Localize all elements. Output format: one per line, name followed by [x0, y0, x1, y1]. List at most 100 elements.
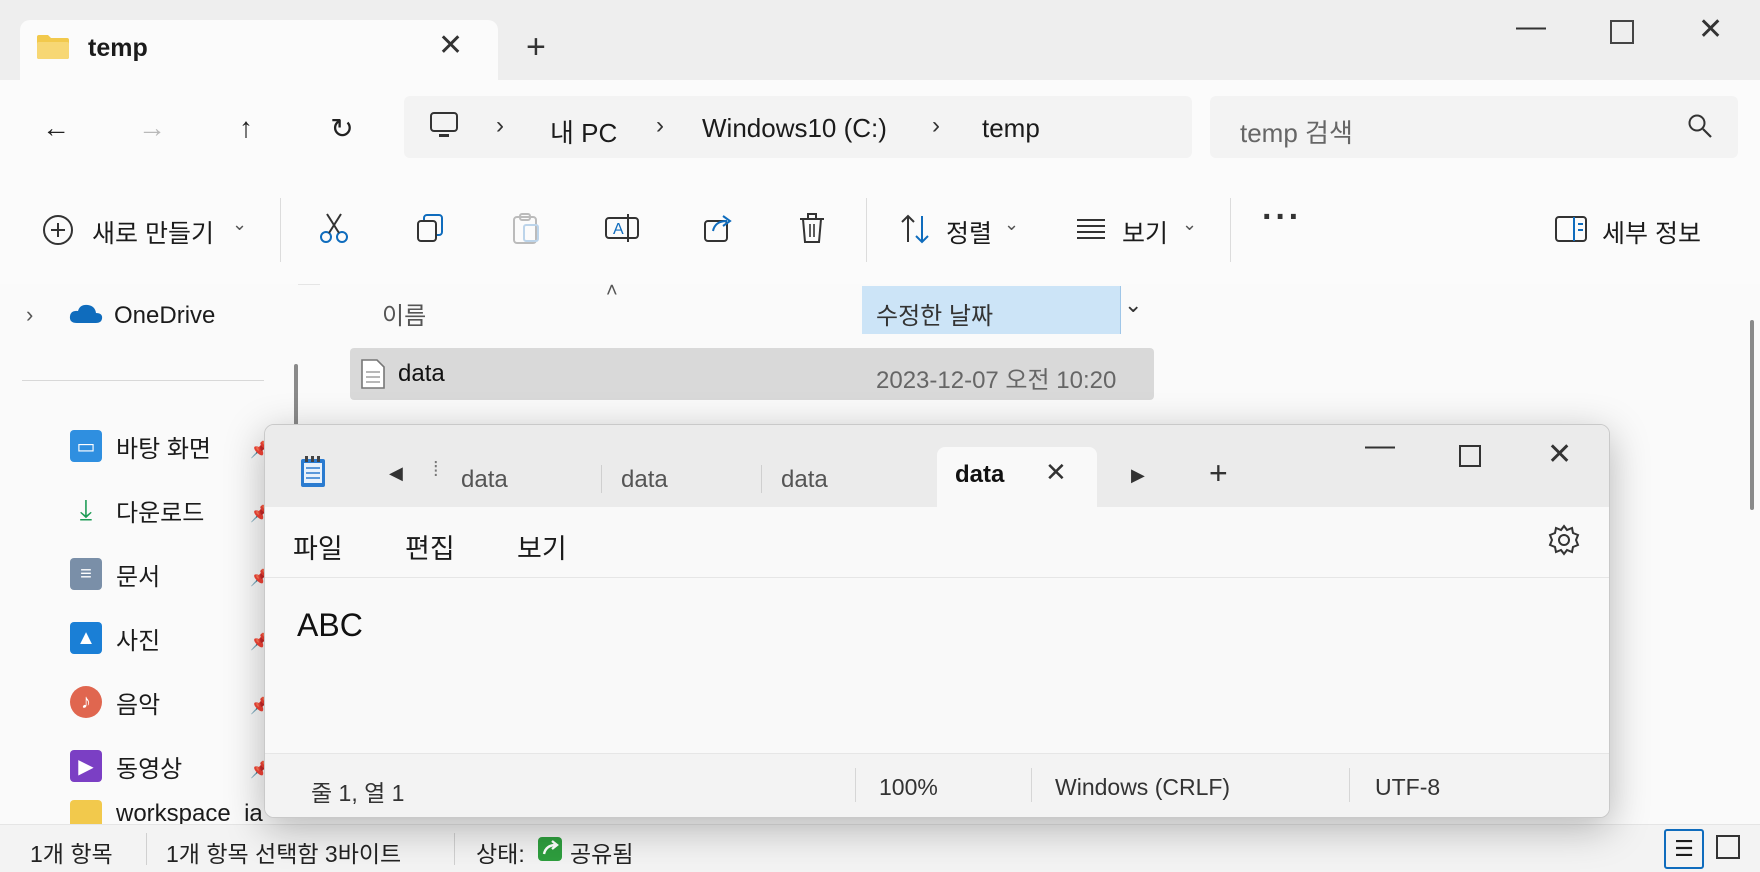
explorer-tab-bar: temp ✕ + — ✕ [0, 0, 1760, 80]
line-ending[interactable]: Windows (CRLF) [1055, 774, 1230, 801]
paste-icon[interactable] [504, 206, 548, 250]
nav-item-label: workspace_ia [116, 800, 263, 824]
divider [454, 833, 455, 865]
folder-icon [36, 34, 70, 65]
search-box[interactable]: temp 검색 [1210, 96, 1738, 158]
file-list-scrollbar[interactable] [1750, 320, 1754, 510]
notepad-tab[interactable]: data [781, 453, 828, 507]
tab-drag-handle-icon: ⁞ [433, 459, 439, 481]
forward-arrow-icon[interactable]: → [128, 104, 176, 152]
nav-item-onedrive[interactable]: OneDrive [68, 296, 215, 336]
maximize-icon[interactable] [1459, 445, 1481, 467]
shared-status-icon [536, 835, 564, 869]
settings-gear-icon[interactable] [1547, 523, 1581, 562]
breadcrumb-item-my-pc[interactable]: 내 PC [550, 113, 617, 150]
close-window-icon[interactable]: ✕ [1698, 12, 1723, 47]
share-icon[interactable] [696, 206, 740, 250]
notepad-tab[interactable]: data [461, 453, 508, 507]
nav-item-pictures[interactable]: ▲ 사진 [70, 618, 160, 658]
nav-item-label: 음악 [116, 691, 161, 719]
column-header-modified[interactable]: 수정한 날짜 ⌄ [862, 286, 1142, 334]
text-file-icon [360, 358, 386, 395]
divider [22, 380, 264, 381]
minimize-icon[interactable]: — [1516, 10, 1546, 44]
new-button[interactable]: 새로 만들기 ⌄ [22, 196, 262, 262]
status-value: 공유됨 [570, 841, 634, 867]
divider [855, 768, 856, 802]
notepad-tab-active[interactable]: data ✕ [937, 447, 1097, 507]
scroll-tabs-right-icon[interactable]: ▶ [1131, 465, 1145, 486]
close-tab-icon[interactable]: ✕ [438, 28, 463, 63]
expand-chevron-icon[interactable]: › [26, 302, 33, 328]
breadcrumb-item-drive[interactable]: Windows10 (C:) [702, 113, 887, 144]
maximize-icon[interactable] [1610, 20, 1634, 44]
chevron-down-icon[interactable]: ⌄ [1124, 292, 1142, 318]
nav-item-workspace[interactable]: workspace_ia [70, 800, 263, 824]
sort-button[interactable]: 정렬 ⌄ [890, 196, 1030, 262]
menu-file[interactable]: 파일 [293, 527, 343, 566]
item-count: 1개 항목 [30, 841, 113, 867]
delete-icon[interactable] [790, 206, 834, 250]
explorer-status-bar: 1개 항목 1개 항목 선택함 3바이트 상태: 공유됨 ☰ [0, 824, 1760, 872]
menu-view[interactable]: 보기 [517, 527, 567, 566]
notepad-app-icon [299, 455, 327, 494]
divider [1120, 286, 1121, 334]
breadcrumb-item-temp[interactable]: temp [982, 113, 1040, 144]
explorer-tab[interactable]: temp ✕ [20, 20, 498, 80]
nav-item-documents[interactable]: ≡ 문서 [70, 554, 160, 594]
details-view-icon[interactable]: ☰ [1664, 829, 1704, 869]
breadcrumb-chevron-icon: › [932, 112, 940, 139]
zoom-level[interactable]: 100% [879, 774, 938, 801]
nav-item-label: 바탕 화면 [116, 435, 211, 463]
encoding[interactable]: UTF-8 [1375, 774, 1440, 801]
download-icon: ⤓ [79, 493, 93, 525]
up-arrow-icon[interactable]: ↑ [222, 104, 270, 152]
plus-circle-icon [42, 214, 74, 251]
divider [1349, 768, 1350, 802]
new-tab-icon[interactable]: + [1209, 455, 1228, 492]
divider [866, 198, 867, 262]
back-arrow-icon[interactable]: ← [32, 104, 80, 152]
nav-item-music[interactable]: ♪ 음악 [70, 682, 160, 722]
sort-ascending-icon: ˄ [606, 280, 618, 302]
notepad-status-bar: 줄 1, 열 1 100% Windows (CRLF) UTF-8 [265, 753, 1609, 817]
svg-text:A: A [613, 221, 624, 238]
nav-item-desktop[interactable]: ▭ 바탕 화면 [70, 426, 211, 466]
cut-icon[interactable] [312, 206, 356, 250]
menu-edit[interactable]: 편집 [405, 527, 455, 566]
copy-icon[interactable] [408, 206, 452, 250]
new-tab-icon[interactable]: + [526, 28, 546, 67]
divider [1230, 198, 1231, 262]
chevron-down-icon: ⌄ [1182, 214, 1198, 234]
minimize-icon[interactable]: — [1365, 429, 1395, 463]
column-header-name[interactable]: 이름 [382, 296, 426, 331]
music-icon: ♪ [70, 686, 102, 718]
large-icons-view-icon[interactable] [1716, 835, 1740, 859]
folder-icon [70, 800, 102, 824]
address-bar[interactable]: › 내 PC › Windows10 (C:) › temp [404, 96, 1192, 158]
nav-item-label: 다운로드 [116, 499, 205, 527]
close-tab-icon[interactable]: ✕ [1045, 457, 1067, 488]
close-window-icon[interactable]: ✕ [1547, 437, 1572, 472]
notepad-tab[interactable]: data [621, 453, 668, 507]
nav-item-label: 사진 [116, 627, 161, 655]
view-list-icon [1074, 212, 1108, 251]
nav-item-videos[interactable]: ▶ 동영상 [70, 746, 182, 786]
details-pane-label: 세부 정보 [1602, 220, 1701, 248]
command-bar: 새로 만들기 ⌄ A 정렬 ⌄ 보기 ⌄ ··· 세부 정보 [0, 176, 1760, 285]
notepad-menu-bar: 파일 편집 보기 [265, 507, 1609, 578]
refresh-icon[interactable]: ↻ [318, 104, 366, 152]
notepad-text-area[interactable]: ABC [297, 607, 363, 644]
search-input[interactable]: temp 검색 [1240, 113, 1353, 150]
onedrive-cloud-icon [68, 301, 104, 332]
view-button[interactable]: 보기 ⌄ [1066, 196, 1206, 262]
divider [280, 198, 281, 262]
table-row[interactable]: data 2023-12-07 오전 10:20 [350, 348, 1154, 400]
divider [146, 833, 147, 865]
more-options-icon[interactable]: ··· [1262, 198, 1302, 237]
scroll-tabs-left-icon[interactable]: ◀ [389, 463, 403, 484]
video-icon: ▶ [70, 750, 102, 782]
nav-item-downloads[interactable]: ⤓ 다운로드 [70, 490, 205, 530]
rename-icon[interactable]: A [600, 206, 644, 250]
details-pane-button[interactable]: 세부 정보 [1546, 196, 1736, 262]
